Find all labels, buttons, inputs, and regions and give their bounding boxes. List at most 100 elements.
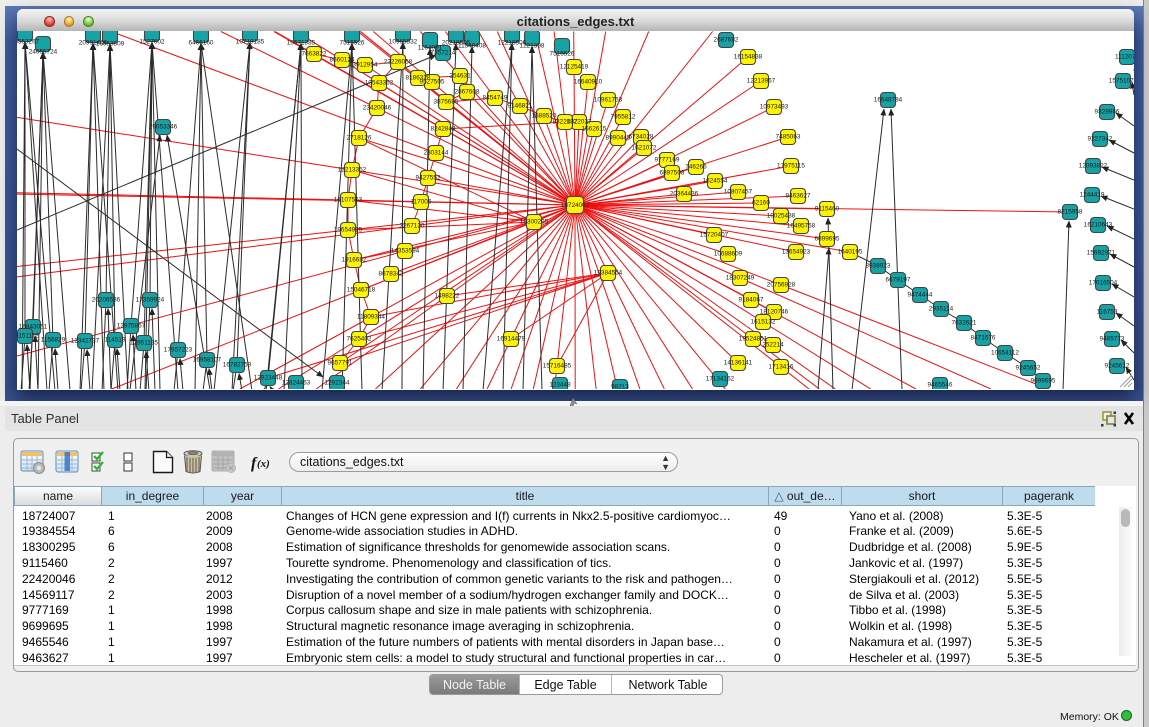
svg-text:18300295: 18300295: [520, 219, 549, 226]
svg-text:10654112: 10654112: [991, 350, 1019, 357]
svg-text:8322037: 8322037: [553, 119, 578, 126]
svg-text:1244419: 1244419: [1080, 192, 1105, 199]
svg-text:7515526: 7515526: [550, 51, 575, 58]
svg-text:123448: 123448: [549, 382, 571, 389]
svg-text:7632621: 7632621: [952, 320, 977, 327]
svg-text:16782759: 16782759: [223, 362, 252, 369]
svg-text:16053809: 16053809: [96, 41, 125, 48]
svg-text:746266: 746266: [685, 164, 707, 171]
svg-text:15692971: 15692971: [1087, 250, 1116, 257]
svg-text:1615132: 1615132: [751, 319, 776, 326]
svg-text:39151112: 39151112: [17, 333, 39, 340]
svg-text:19654925: 19654925: [334, 227, 363, 234]
svg-text:19384554: 19384554: [594, 270, 623, 277]
svg-text:1916682: 1916682: [342, 257, 367, 264]
svg-text:9146821: 9146821: [508, 103, 533, 110]
svg-text:98213: 98213: [611, 384, 629, 390]
svg-text:8938923: 8938923: [866, 263, 891, 270]
svg-text:12342737: 12342737: [71, 338, 100, 345]
svg-text:62160: 62160: [752, 200, 770, 207]
svg-text:1112074: 1112074: [1115, 54, 1134, 61]
svg-text:12213352: 12213352: [338, 167, 367, 174]
svg-text:9329966: 9329966: [1095, 109, 1120, 116]
svg-text:12125419: 12125419: [560, 64, 589, 71]
svg-text:8454749: 8454749: [483, 95, 508, 102]
svg-text:17975115: 17975115: [777, 163, 805, 170]
svg-text:252214: 252214: [762, 342, 784, 349]
svg-text:10961758: 10961758: [594, 97, 623, 104]
svg-text:1221398: 1221398: [520, 43, 545, 50]
svg-text:16648784: 16648784: [874, 97, 903, 104]
svg-text:9465546: 9465546: [928, 382, 953, 389]
svg-text:1498222: 1498222: [435, 293, 460, 300]
svg-text:1713416: 1713416: [769, 364, 794, 371]
svg-text:12093822: 12093822: [1079, 163, 1108, 170]
svg-text:9777169: 9777169: [655, 157, 680, 164]
svg-text:254631: 254631: [449, 73, 471, 80]
svg-text:16843051: 16843051: [19, 324, 48, 331]
svg-text:10965532: 10965532: [389, 39, 418, 46]
svg-text:8215958: 8215958: [1058, 209, 1083, 216]
svg-text:1292344: 1292344: [325, 380, 350, 387]
svg-text:14136141: 14136141: [724, 360, 753, 367]
svg-text:16210643: 16210643: [1084, 222, 1113, 229]
svg-text:29053346: 29053346: [149, 124, 178, 131]
svg-text:15716485: 15716485: [543, 363, 572, 370]
svg-text:2718126: 2718126: [347, 135, 372, 142]
svg-text:17016504: 17016504: [1089, 280, 1118, 287]
svg-text:7485063: 7485063: [776, 134, 801, 141]
svg-text:20756928: 20756928: [767, 282, 796, 289]
svg-text:12951135: 12951135: [130, 340, 158, 347]
svg-text:12824463: 12824463: [282, 380, 311, 387]
svg-text:17134162: 17134162: [706, 376, 735, 383]
svg-text:23420046: 23420046: [363, 105, 392, 112]
svg-text:10688609: 10688609: [714, 251, 743, 258]
svg-text:13975867: 13975867: [117, 323, 146, 330]
svg-text:10553267: 10553267: [17, 39, 40, 46]
svg-text:9245652: 9245652: [1016, 365, 1041, 372]
svg-text:1640195: 1640195: [838, 249, 863, 256]
svg-text:6734028: 6734028: [629, 134, 654, 141]
svg-text:17957223: 17957223: [164, 347, 193, 354]
svg-text:2935114: 2935114: [929, 306, 954, 313]
svg-text:20364436: 20364436: [670, 191, 699, 198]
svg-text:8186328: 8186328: [406, 75, 431, 82]
svg-text:10973493: 10973493: [760, 104, 789, 111]
svg-text:1562615: 1562615: [582, 126, 607, 133]
svg-text:7515526: 7515526: [340, 40, 365, 47]
svg-text:3912954: 3912954: [353, 62, 378, 69]
svg-text:1624554: 1624554: [703, 178, 728, 185]
svg-text:16495758: 16495758: [787, 223, 816, 230]
svg-text:8990445: 8990445: [606, 135, 631, 142]
svg-text:12923448: 12923448: [254, 375, 283, 382]
svg-text:7357214: 7357214: [431, 50, 456, 57]
svg-text:16914479: 16914479: [497, 336, 526, 343]
svg-text:9699695: 9699695: [1031, 378, 1056, 385]
svg-text:17359924: 17359924: [136, 297, 165, 304]
svg-text:9245612: 9245612: [1105, 363, 1130, 370]
svg-text:9474444: 9474444: [908, 292, 933, 299]
svg-text:2687682: 2687682: [714, 37, 739, 44]
svg-text:(x): (x): [257, 458, 270, 470]
svg-text:2803144: 2803144: [424, 150, 449, 157]
svg-text:16107553: 16107553: [334, 197, 363, 204]
svg-text:11548408: 11548408: [458, 43, 486, 50]
svg-text:12213967: 12213967: [747, 78, 776, 85]
svg-text:9657791: 9657791: [328, 360, 353, 367]
svg-text:3267130: 3267130: [400, 223, 425, 230]
svg-text:8678342: 8678342: [379, 271, 404, 278]
svg-text:9427552: 9427552: [416, 175, 441, 182]
svg-text:20206536: 20206536: [92, 297, 121, 304]
svg-text:7625402: 7625402: [347, 336, 372, 343]
svg-text:10671385: 10671385: [287, 40, 316, 47]
svg-text:9115460: 9115460: [815, 206, 840, 213]
svg-text:9227342: 9227342: [1088, 136, 1113, 143]
svg-text:9184067: 9184067: [739, 297, 764, 304]
svg-text:7955812: 7955812: [611, 114, 636, 121]
svg-text:16154838: 16154838: [734, 54, 763, 61]
svg-text:9485773: 9485773: [1100, 336, 1125, 343]
svg-text:24055724: 24055724: [29, 49, 58, 56]
svg-text:18724007: 18724007: [561, 202, 590, 209]
svg-text:114519: 114519: [105, 337, 126, 344]
svg-text:6679197: 6679197: [886, 277, 911, 284]
